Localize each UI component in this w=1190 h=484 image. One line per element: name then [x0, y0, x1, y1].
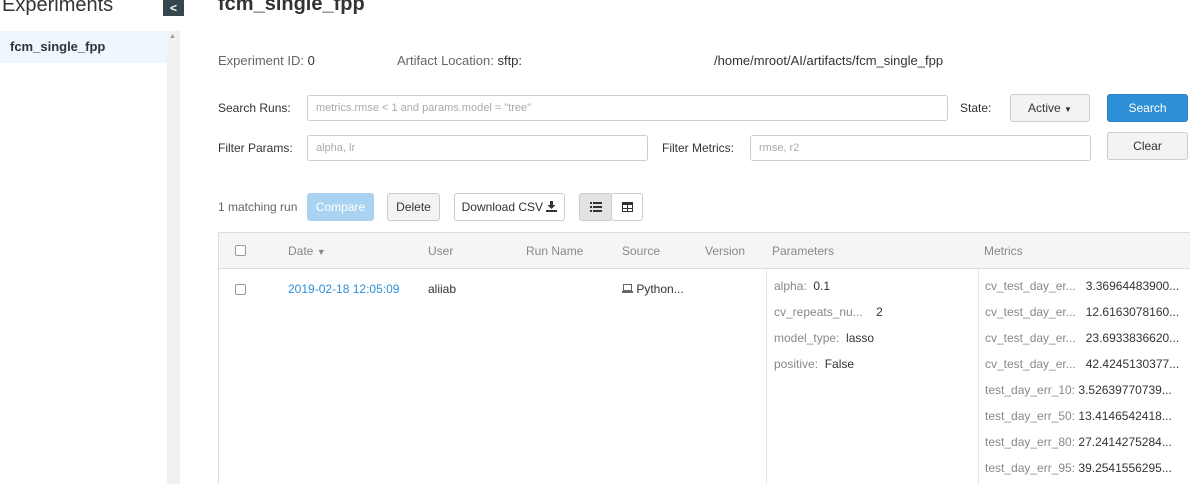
grid-view-icon — [621, 200, 633, 214]
sort-desc-icon: ▼ — [316, 247, 326, 257]
column-divider — [978, 269, 979, 484]
row-checkbox[interactable] — [235, 284, 246, 295]
state-label: State: — [960, 101, 992, 115]
run-user: aliiab — [428, 282, 457, 296]
filter-metrics-input[interactable] — [750, 135, 1091, 161]
sidebar-item-label: fcm_single_fpp — [10, 39, 106, 54]
matching-runs-count: 1 matching run — [218, 200, 298, 214]
list-view-icon — [589, 200, 602, 214]
state-dropdown[interactable]: Active ▼ — [1010, 94, 1090, 122]
col-date-label: Date — [288, 244, 314, 258]
col-run-name-header[interactable]: Run Name — [526, 244, 583, 258]
select-all-checkbox[interactable] — [235, 245, 246, 256]
sidebar-title: Experiments — [2, 0, 114, 16]
artifact-path: /home/mroot/AI/artifacts/fcm_single_fpp — [714, 53, 944, 68]
experiment-id: Experiment ID: 0 — [218, 53, 315, 68]
sidebar-header: Experiments < — [0, 0, 185, 24]
delete-button[interactable]: Delete — [387, 193, 440, 221]
sidebar-scrollbar[interactable]: ▲ — [167, 31, 180, 484]
metric-item: cv_test_day_er... 3.36964483900... — [985, 279, 1180, 293]
artifact-location: Artifact Location: sftp: — [397, 53, 522, 68]
laptop-icon — [622, 282, 636, 296]
metric-item: test_day_err_80: 27.2414275284... — [985, 435, 1172, 449]
col-user-header[interactable]: User — [428, 244, 453, 258]
clear-button[interactable]: Clear — [1107, 132, 1188, 160]
filter-params-label: Filter Params: — [218, 141, 293, 155]
param-item: alpha: 0.1 — [774, 279, 831, 293]
metric-item: cv_test_day_er... 42.4245130377... — [985, 357, 1180, 371]
run-date-link[interactable]: 2019-02-18 12:05:09 — [288, 282, 399, 296]
chevron-left-icon: < — [169, 1, 177, 15]
metric-item: test_day_err_50: 13.4146542418... — [985, 409, 1172, 423]
search-button[interactable]: Search — [1107, 94, 1188, 122]
experiment-id-value: 0 — [307, 53, 315, 68]
scroll-up-icon[interactable]: ▲ — [169, 33, 176, 40]
artifact-location-label: Artifact Location: — [397, 53, 494, 68]
sidebar-item-fcm-single-fpp[interactable]: fcm_single_fpp — [0, 31, 167, 63]
grid-view-toggle[interactable] — [611, 193, 643, 221]
list-view-toggle[interactable] — [579, 193, 612, 221]
download-csv-button[interactable]: Download CSV — [454, 193, 565, 221]
download-csv-label: Download CSV — [461, 200, 544, 214]
caret-down-icon: ▼ — [1064, 105, 1072, 114]
experiment-id-label: Experiment ID: — [218, 53, 304, 68]
metric-item: test_day_err_95: 39.2541556295... — [985, 461, 1172, 475]
col-parameters-header: Parameters — [772, 244, 835, 258]
page-title: fcm_single_fpp — [218, 0, 365, 15]
col-date-header[interactable]: Date ▼ — [288, 244, 326, 258]
collapse-sidebar-button[interactable]: < — [163, 0, 184, 16]
col-version-header[interactable]: Version — [705, 244, 745, 258]
search-runs-label: Search Runs: — [218, 101, 291, 115]
metric-item: cv_test_day_er... 12.6163078160... — [985, 305, 1180, 319]
table-header: Date ▼ User Run Name Source Version Para… — [219, 233, 1190, 269]
experiment-list: fcm_single_fpp ▲ — [0, 31, 180, 484]
metric-item: test_day_err_10: 3.52639770739... — [985, 383, 1172, 397]
metric-item: cv_test_day_er... 23.6933836620... — [985, 331, 1180, 345]
param-item: model_type: lasso — [774, 331, 875, 345]
column-divider — [766, 269, 767, 484]
download-icon — [546, 200, 558, 214]
run-source-label: Python... — [636, 282, 684, 296]
state-value: Active — [1028, 101, 1061, 115]
compare-button[interactable]: Compare — [307, 193, 374, 221]
runs-table: Date ▼ User Run Name Source Version Para… — [218, 232, 1190, 484]
filter-params-input[interactable] — [307, 135, 648, 161]
filter-metrics-label: Filter Metrics: — [662, 141, 734, 155]
run-source[interactable]: Python... — [622, 282, 684, 296]
col-source-header[interactable]: Source — [622, 244, 660, 258]
param-item: cv_repeats_nu... 2 — [774, 305, 883, 319]
col-metrics-header: Metrics — [984, 244, 1023, 258]
param-item: positive: False — [774, 357, 855, 371]
search-runs-input[interactable] — [307, 95, 948, 121]
artifact-scheme: sftp: — [497, 53, 523, 68]
